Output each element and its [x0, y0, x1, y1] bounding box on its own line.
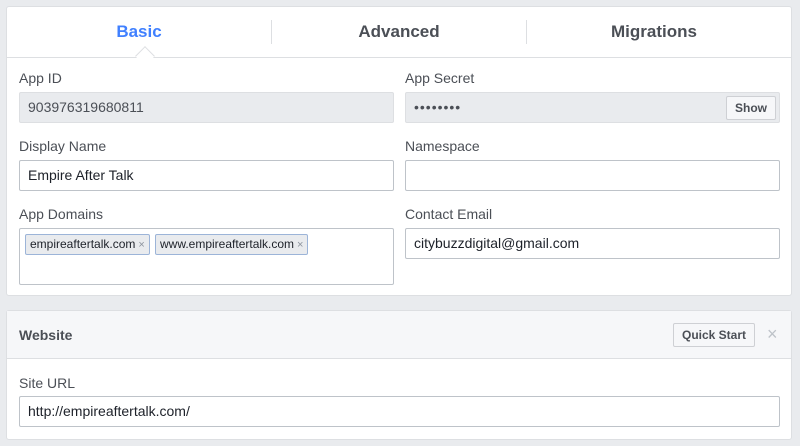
- app-secret-label: App Secret: [405, 70, 475, 86]
- app-domains-field[interactable]: empireaftertalk.com × www.empireaftertalk…: [19, 228, 394, 285]
- namespace-field[interactable]: [405, 160, 780, 191]
- app-id-field[interactable]: 903976319680811: [19, 92, 394, 123]
- website-section-header: Website Quick Start ×: [7, 311, 791, 359]
- tab-basic[interactable]: Basic: [7, 7, 271, 57]
- site-url-label: Site URL: [19, 375, 76, 391]
- display-name-label: Display Name: [19, 138, 107, 154]
- namespace-label: Namespace: [405, 138, 480, 154]
- close-icon[interactable]: ×: [767, 324, 778, 345]
- display-name-field[interactable]: Empire After Talk: [19, 160, 394, 191]
- website-platform-panel: Website Quick Start × Site URL http://em…: [6, 310, 792, 440]
- contact-email-field[interactable]: citybuzzdigital@gmail.com: [405, 228, 780, 259]
- settings-tabs: Basic Advanced Migrations: [7, 7, 791, 66]
- section-title: Website: [19, 327, 73, 343]
- domain-tag-label: empireaftertalk.com: [30, 237, 136, 251]
- quick-start-button[interactable]: Quick Start: [673, 323, 756, 347]
- remove-tag-icon[interactable]: ×: [138, 239, 144, 251]
- domain-tag: www.empireaftertalk.com ×: [155, 234, 309, 255]
- remove-tag-icon[interactable]: ×: [297, 239, 303, 251]
- app-secret-field[interactable]: ••••••••: [405, 92, 780, 123]
- domain-tag-label: www.empireaftertalk.com: [160, 237, 295, 251]
- app-id-label: App ID: [19, 70, 62, 86]
- site-url-field[interactable]: http://empireaftertalk.com/: [19, 396, 780, 427]
- contact-email-label: Contact Email: [405, 206, 493, 222]
- domain-tag: empireaftertalk.com ×: [25, 234, 150, 255]
- tab-advanced[interactable]: Advanced: [272, 7, 526, 57]
- app-domains-label: App Domains: [19, 206, 104, 222]
- tab-migrations[interactable]: Migrations: [527, 7, 781, 57]
- show-secret-button[interactable]: Show: [726, 96, 776, 120]
- basic-settings-panel: Basic Advanced Migrations App ID 9039763…: [6, 6, 792, 296]
